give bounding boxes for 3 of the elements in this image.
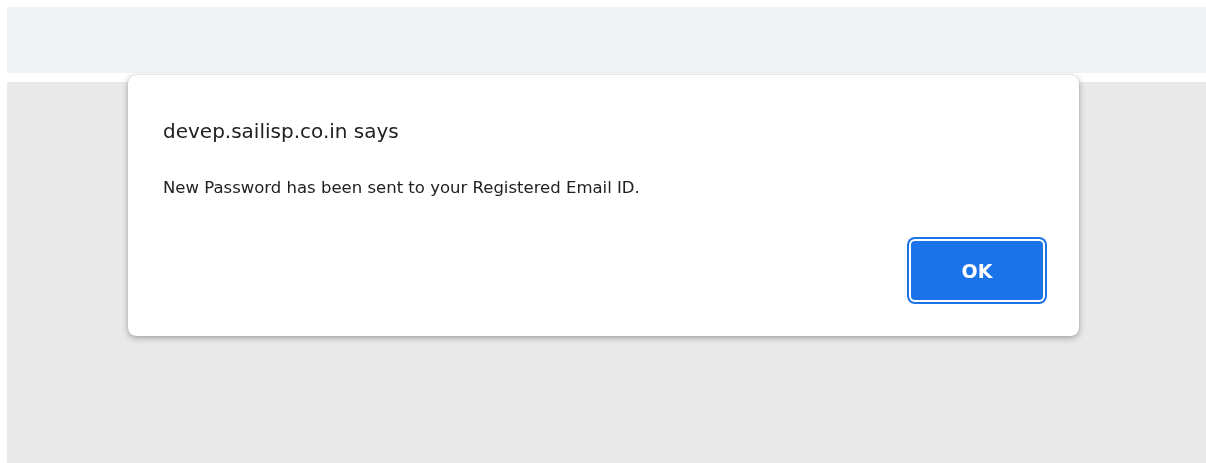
dialog-message: New Password has been sent to your Registered Email ID. [163, 177, 641, 199]
ok-button[interactable]: OK [909, 239, 1045, 302]
dialog-title: devep.sailisp.co.in says [163, 118, 400, 145]
